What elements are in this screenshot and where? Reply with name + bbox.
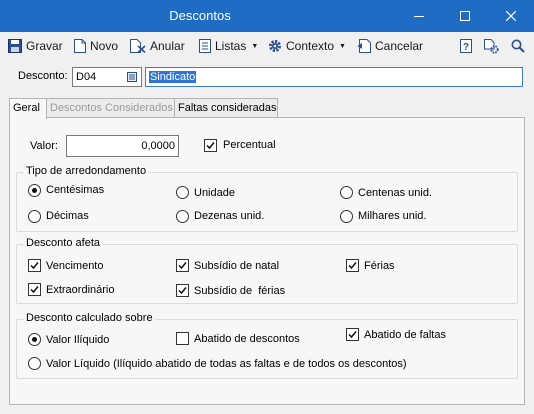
checkmark-icon bbox=[348, 262, 357, 270]
tab-geral[interactable]: Geral bbox=[9, 98, 47, 119]
abatido-faltas-checkbox[interactable] bbox=[346, 328, 359, 341]
percentual-checkbox[interactable] bbox=[204, 139, 217, 152]
affects-option-label: Férias bbox=[364, 260, 395, 272]
tab-faltas-consideradas[interactable]: Faltas consideradas bbox=[174, 98, 278, 118]
minimize-icon bbox=[414, 16, 424, 17]
rounding-option-label: Milhares unid. bbox=[358, 210, 427, 222]
affects-option-label: Vencimento bbox=[46, 260, 104, 272]
desconto-code-value: D04 bbox=[76, 71, 97, 83]
affects-group-title: Desconto afeta bbox=[24, 237, 102, 249]
search-button[interactable] bbox=[511, 37, 525, 55]
title-bar: Descontos bbox=[0, 0, 534, 32]
list-icon bbox=[199, 39, 211, 53]
desconto-description-field[interactable]: Sindicato bbox=[145, 67, 523, 87]
context-label: Contexto bbox=[286, 39, 335, 53]
rounding-option-label: Centésimas bbox=[46, 184, 105, 196]
minimize-button[interactable] bbox=[396, 0, 442, 32]
rounding-radio-centenas[interactable] bbox=[340, 186, 353, 199]
desconto-code-field[interactable]: D04 bbox=[72, 67, 142, 87]
save-button[interactable]: Gravar bbox=[8, 37, 63, 55]
window-title: Descontos bbox=[169, 8, 231, 23]
anular-button[interactable]: Anular bbox=[130, 37, 185, 55]
rounding-option-label: Centenas unid. bbox=[358, 187, 432, 199]
calc-group-title: Desconto calculado sobre bbox=[24, 312, 155, 324]
calc-radio-iliquido[interactable] bbox=[28, 333, 41, 346]
checkmark-icon bbox=[178, 287, 187, 295]
rounding-radio-dezenas[interactable] bbox=[176, 210, 189, 223]
vencimento-checkbox[interactable] bbox=[28, 259, 41, 272]
close-button[interactable] bbox=[488, 0, 534, 32]
radio-selected-dot bbox=[32, 188, 37, 193]
rounding-radio-centesimas[interactable] bbox=[28, 184, 41, 197]
extraordinario-checkbox[interactable] bbox=[28, 283, 41, 296]
rounding-radio-milhares[interactable] bbox=[340, 210, 353, 223]
cancel-label: Cancelar bbox=[375, 39, 424, 53]
checkmark-icon bbox=[30, 262, 39, 270]
affects-option-label: Subsídio de férias bbox=[194, 285, 286, 297]
dropdown-caret-icon: ▼ bbox=[251, 42, 259, 50]
rounding-group-title: Tipo de arredondamento bbox=[24, 165, 149, 177]
calc-check-label: Abatido de faltas bbox=[364, 329, 446, 341]
lists-label: Listas bbox=[215, 39, 247, 53]
maximize-icon bbox=[460, 11, 470, 21]
valor-label: Valor: bbox=[30, 140, 58, 152]
calc-option-label: Valor Ilíquido bbox=[46, 334, 110, 346]
lookup-icon[interactable] bbox=[127, 72, 137, 82]
radio-selected-dot bbox=[32, 337, 37, 342]
close-icon bbox=[506, 11, 516, 21]
dropdown-caret-icon: ▼ bbox=[339, 42, 346, 50]
checkmark-icon bbox=[348, 331, 357, 339]
affects-option-label: Extraordinário bbox=[46, 284, 115, 296]
new-label: Novo bbox=[90, 39, 119, 53]
ferias-checkbox[interactable] bbox=[346, 259, 359, 272]
calc-group bbox=[16, 319, 518, 379]
search-icon bbox=[511, 39, 525, 53]
percentual-label: Percentual bbox=[223, 139, 276, 151]
checkmark-icon bbox=[30, 286, 39, 294]
rounding-radio-decimas[interactable] bbox=[28, 210, 41, 223]
subsidio-natal-checkbox[interactable] bbox=[176, 259, 189, 272]
rounding-group bbox=[16, 172, 518, 232]
subsidio-ferias-checkbox[interactable] bbox=[176, 284, 189, 297]
calc-check-label: Abatido de descontos bbox=[194, 333, 300, 345]
delete-document-icon bbox=[130, 39, 146, 53]
new-document-icon bbox=[74, 39, 86, 53]
svg-text:?: ? bbox=[463, 42, 469, 53]
document-settings-icon bbox=[484, 38, 499, 54]
anular-label: Anular bbox=[150, 39, 185, 53]
help-button[interactable]: ? bbox=[460, 37, 472, 55]
context-menu[interactable]: Contexto ▼ bbox=[268, 37, 346, 55]
checkmark-icon bbox=[178, 262, 187, 270]
affects-option-label: Subsídio de natal bbox=[194, 260, 280, 272]
save-label: Gravar bbox=[26, 39, 63, 53]
cancel-button[interactable]: Cancelar bbox=[357, 37, 423, 55]
desconto-description-value: Sindicato bbox=[149, 71, 197, 83]
rounding-option-label: Décimas bbox=[46, 210, 89, 222]
undo-document-icon bbox=[357, 39, 371, 53]
desconto-label: Desconto: bbox=[18, 70, 68, 82]
help-icon: ? bbox=[460, 39, 472, 53]
gear-icon bbox=[269, 40, 281, 52]
rounding-radio-unidade[interactable] bbox=[176, 186, 189, 199]
calc-radio-liquido[interactable] bbox=[28, 357, 41, 370]
tab-descontos-considerados[interactable]: Descontos Considerados bbox=[46, 98, 175, 118]
valor-field[interactable]: 0,0000 bbox=[66, 135, 179, 157]
checkmark-icon bbox=[206, 142, 215, 150]
lists-menu[interactable]: Listas ▼ bbox=[199, 37, 258, 55]
new-button[interactable]: Novo bbox=[74, 37, 118, 55]
toolbar: Gravar Novo Anular Listas ▼ Contexto ▼ Can… bbox=[0, 32, 534, 60]
calc-option-label: Valor Líquido (Ilíquido abatido de todas… bbox=[46, 358, 407, 370]
rounding-option-label: Dezenas unid. bbox=[194, 210, 265, 222]
valor-value: 0,0000 bbox=[141, 140, 175, 152]
abatido-descontos-checkbox[interactable] bbox=[176, 332, 189, 345]
floppy-disk-icon bbox=[8, 39, 22, 53]
settings-button[interactable] bbox=[484, 37, 499, 55]
rounding-option-label: Unidade bbox=[194, 187, 235, 199]
maximize-button[interactable] bbox=[442, 0, 488, 32]
